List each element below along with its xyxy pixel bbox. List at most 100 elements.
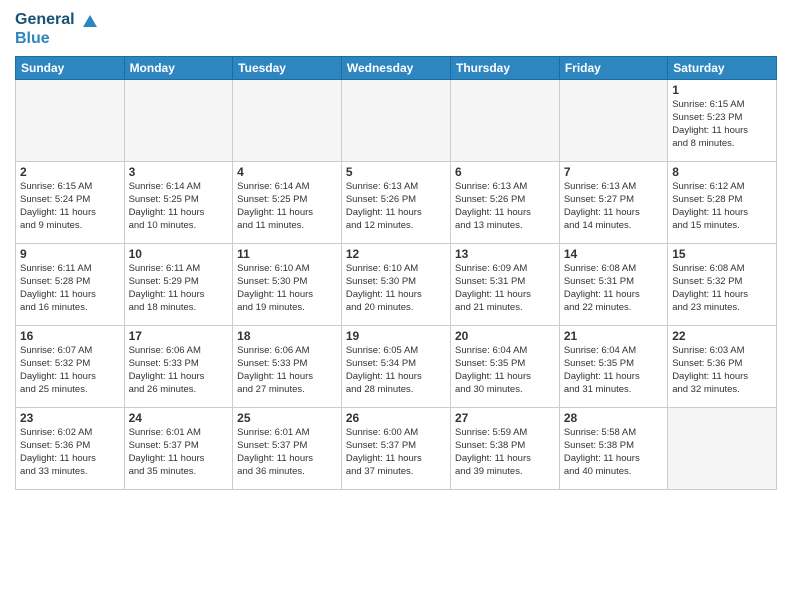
weekday-header: Saturday (668, 57, 777, 80)
day-number: 6 (455, 165, 555, 179)
day-info: Sunrise: 6:11 AM Sunset: 5:28 PM Dayligh… (20, 263, 120, 314)
day-info: Sunrise: 6:10 AM Sunset: 5:30 PM Dayligh… (346, 263, 446, 314)
day-info: Sunrise: 6:04 AM Sunset: 5:35 PM Dayligh… (564, 345, 663, 396)
day-info: Sunrise: 5:59 AM Sunset: 5:38 PM Dayligh… (455, 427, 555, 478)
day-info: Sunrise: 6:09 AM Sunset: 5:31 PM Dayligh… (455, 263, 555, 314)
day-info: Sunrise: 6:00 AM Sunset: 5:37 PM Dayligh… (346, 427, 446, 478)
calendar-cell: 26 Sunrise: 6:00 AM Sunset: 5:37 PM Dayli… (341, 408, 450, 490)
calendar-cell: 1Sunrise: 6:15 AM Sunset: 5:23 PM Daylig… (668, 80, 777, 162)
day-number: 20 (455, 329, 555, 343)
calendar-cell: 14 Sunrise: 6:08 AM Sunset: 5:31 PM Dayli… (559, 244, 667, 326)
day-number: 19 (346, 329, 446, 343)
calendar-cell (341, 80, 450, 162)
day-number: 16 (20, 329, 120, 343)
day-info: Sunrise: 6:14 AM Sunset: 5:25 PM Dayligh… (129, 181, 229, 232)
weekday-header: Tuesday (233, 57, 342, 80)
day-info: Sunrise: 6:11 AM Sunset: 5:29 PM Dayligh… (129, 263, 229, 314)
calendar-cell: 17 Sunrise: 6:06 AM Sunset: 5:33 PM Dayli… (124, 326, 233, 408)
calendar-cell: 3 Sunrise: 6:14 AM Sunset: 5:25 PM Daylig… (124, 162, 233, 244)
day-number: 25 (237, 411, 337, 425)
calendar-cell: 4 Sunrise: 6:14 AM Sunset: 5:25 PM Daylig… (233, 162, 342, 244)
calendar-cell: 6 Sunrise: 6:13 AM Sunset: 5:26 PM Daylig… (451, 162, 560, 244)
day-info: Sunrise: 6:07 AM Sunset: 5:32 PM Dayligh… (20, 345, 120, 396)
logo-blue: Blue (15, 30, 50, 47)
day-info: Sunrise: 6:13 AM Sunset: 5:27 PM Dayligh… (564, 181, 663, 232)
calendar-cell: 8 Sunrise: 6:12 AM Sunset: 5:28 PM Daylig… (668, 162, 777, 244)
calendar-cell (233, 80, 342, 162)
day-info: Sunrise: 6:14 AM Sunset: 5:25 PM Dayligh… (237, 181, 337, 232)
day-number: 10 (129, 247, 229, 261)
calendar-cell: 15 Sunrise: 6:08 AM Sunset: 5:32 PM Dayli… (668, 244, 777, 326)
calendar-cell: 5 Sunrise: 6:13 AM Sunset: 5:26 PM Daylig… (341, 162, 450, 244)
calendar-cell: 27 Sunrise: 5:59 AM Sunset: 5:38 PM Dayli… (451, 408, 560, 490)
day-number: 24 (129, 411, 229, 425)
logo: General Blue (15, 10, 99, 48)
day-info: Sunrise: 6:06 AM Sunset: 5:33 PM Dayligh… (129, 345, 229, 396)
weekday-header: Monday (124, 57, 233, 80)
day-info: Sunrise: 6:15 AM Sunset: 5:23 PM Dayligh… (672, 99, 772, 150)
calendar-cell: 13 Sunrise: 6:09 AM Sunset: 5:31 PM Dayli… (451, 244, 560, 326)
calendar-cell: 21 Sunrise: 6:04 AM Sunset: 5:35 PM Dayli… (559, 326, 667, 408)
calendar-cell: 22 Sunrise: 6:03 AM Sunset: 5:36 PM Dayli… (668, 326, 777, 408)
weekday-header: Sunday (16, 57, 125, 80)
calendar-cell (16, 80, 125, 162)
weekday-header: Wednesday (341, 57, 450, 80)
logo-general: General (15, 11, 75, 28)
calendar-cell: 11 Sunrise: 6:10 AM Sunset: 5:30 PM Dayli… (233, 244, 342, 326)
calendar-cell (559, 80, 667, 162)
day-number: 26 (346, 411, 446, 425)
calendar-cell (124, 80, 233, 162)
day-number: 28 (564, 411, 663, 425)
day-info: Sunrise: 5:58 AM Sunset: 5:38 PM Dayligh… (564, 427, 663, 478)
calendar-cell: 20 Sunrise: 6:04 AM Sunset: 5:35 PM Dayli… (451, 326, 560, 408)
weekday-header: Friday (559, 57, 667, 80)
day-number: 5 (346, 165, 446, 179)
day-info: Sunrise: 6:08 AM Sunset: 5:32 PM Dayligh… (672, 263, 772, 314)
calendar-cell: 10 Sunrise: 6:11 AM Sunset: 5:29 PM Dayli… (124, 244, 233, 326)
calendar-cell: 7 Sunrise: 6:13 AM Sunset: 5:27 PM Daylig… (559, 162, 667, 244)
day-info: Sunrise: 6:01 AM Sunset: 5:37 PM Dayligh… (129, 427, 229, 478)
day-info: Sunrise: 6:01 AM Sunset: 5:37 PM Dayligh… (237, 427, 337, 478)
day-number: 23 (20, 411, 120, 425)
day-info: Sunrise: 6:13 AM Sunset: 5:26 PM Dayligh… (346, 181, 446, 232)
weekday-header: Thursday (451, 57, 560, 80)
day-number: 22 (672, 329, 772, 343)
day-info: Sunrise: 6:15 AM Sunset: 5:24 PM Dayligh… (20, 181, 120, 232)
day-info: Sunrise: 6:13 AM Sunset: 5:26 PM Dayligh… (455, 181, 555, 232)
day-number: 12 (346, 247, 446, 261)
day-number: 8 (672, 165, 772, 179)
day-number: 27 (455, 411, 555, 425)
day-info: Sunrise: 6:06 AM Sunset: 5:33 PM Dayligh… (237, 345, 337, 396)
calendar-cell: 18 Sunrise: 6:06 AM Sunset: 5:33 PM Dayli… (233, 326, 342, 408)
calendar-table: SundayMondayTuesdayWednesdayThursdayFrid… (15, 56, 777, 490)
day-number: 13 (455, 247, 555, 261)
day-info: Sunrise: 6:03 AM Sunset: 5:36 PM Dayligh… (672, 345, 772, 396)
calendar-cell (668, 408, 777, 490)
day-number: 18 (237, 329, 337, 343)
calendar-cell: 19 Sunrise: 6:05 AM Sunset: 5:34 PM Dayli… (341, 326, 450, 408)
day-number: 7 (564, 165, 663, 179)
day-number: 17 (129, 329, 229, 343)
day-number: 15 (672, 247, 772, 261)
day-info: Sunrise: 6:02 AM Sunset: 5:36 PM Dayligh… (20, 427, 120, 478)
calendar-cell (451, 80, 560, 162)
calendar-cell: 28 Sunrise: 5:58 AM Sunset: 5:38 PM Dayli… (559, 408, 667, 490)
day-number: 14 (564, 247, 663, 261)
day-number: 4 (237, 165, 337, 179)
calendar-cell: 25 Sunrise: 6:01 AM Sunset: 5:37 PM Dayli… (233, 408, 342, 490)
day-number: 11 (237, 247, 337, 261)
day-info: Sunrise: 6:08 AM Sunset: 5:31 PM Dayligh… (564, 263, 663, 314)
day-number: 2 (20, 165, 120, 179)
day-info: Sunrise: 6:12 AM Sunset: 5:28 PM Dayligh… (672, 181, 772, 232)
day-info: Sunrise: 6:04 AM Sunset: 5:35 PM Dayligh… (455, 345, 555, 396)
day-info: Sunrise: 6:05 AM Sunset: 5:34 PM Dayligh… (346, 345, 446, 396)
calendar-cell: 9Sunrise: 6:11 AM Sunset: 5:28 PM Daylig… (16, 244, 125, 326)
header: General Blue (15, 10, 777, 48)
calendar-cell: 16 Sunrise: 6:07 AM Sunset: 5:32 PM Dayli… (16, 326, 125, 408)
day-number: 3 (129, 165, 229, 179)
day-info: Sunrise: 6:10 AM Sunset: 5:30 PM Dayligh… (237, 263, 337, 314)
day-number: 21 (564, 329, 663, 343)
calendar-cell: 24 Sunrise: 6:01 AM Sunset: 5:37 PM Dayli… (124, 408, 233, 490)
calendar-cell: 12 Sunrise: 6:10 AM Sunset: 5:30 PM Dayli… (341, 244, 450, 326)
page: General Blue SundayMondayTuesdayWednesda… (0, 0, 792, 612)
